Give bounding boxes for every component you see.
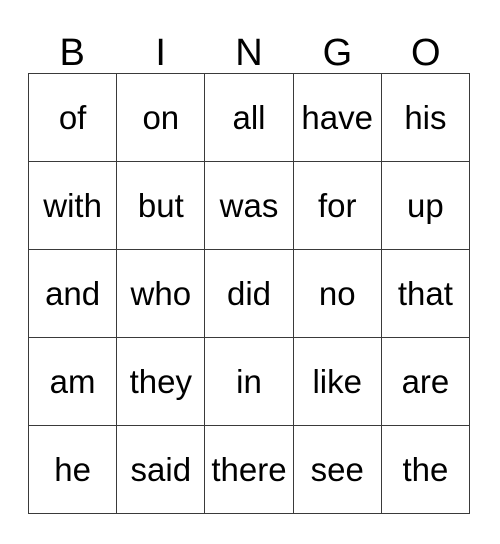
bingo-cell[interactable]: the — [381, 426, 471, 514]
bingo-column-header-i: I — [155, 32, 166, 74]
bingo-cell-label: but — [137, 186, 184, 224]
bingo-cell[interactable]: in — [205, 338, 294, 426]
bingo-cell-label: and — [45, 274, 101, 312]
bingo-cell-label: am — [49, 362, 96, 400]
bingo-column-header-o: O — [411, 32, 441, 74]
bingo-cell-label: on — [142, 98, 180, 136]
bingo-cell[interactable]: his — [381, 74, 471, 162]
bingo-column-header-g: G — [322, 32, 353, 74]
bingo-cell-label: for — [317, 186, 357, 224]
bingo-grid: of on all have his with but was for up a… — [28, 73, 471, 514]
bingo-cell[interactable]: see — [293, 426, 382, 514]
bingo-cell-label: have — [301, 98, 373, 136]
bingo-cell[interactable]: said — [117, 426, 206, 514]
bingo-cell-label: like — [312, 362, 362, 400]
bingo-cell[interactable]: and — [29, 250, 118, 338]
bingo-cell-label: of — [58, 98, 87, 136]
bingo-cell-label: all — [232, 98, 266, 136]
bingo-cell[interactable]: there — [205, 426, 294, 514]
bingo-row: of on all have his — [29, 74, 471, 162]
bingo-cell-label: no — [318, 274, 356, 312]
bingo-cell-label: there — [211, 450, 287, 488]
bingo-cell[interactable]: up — [381, 162, 471, 250]
bingo-cell[interactable]: that — [381, 250, 471, 338]
bingo-cell-label: they — [129, 362, 192, 400]
bingo-cell-label: said — [130, 450, 192, 488]
bingo-row: am they in like are — [29, 338, 471, 426]
bingo-cell-label: the — [402, 450, 449, 488]
bingo-cell-label: did — [226, 274, 272, 312]
bingo-cell[interactable]: who — [117, 250, 206, 338]
bingo-cell-label: with — [43, 186, 102, 224]
bingo-card: B I N G O of on all have his with but wa… — [28, 16, 471, 514]
bingo-column-header-b: B — [59, 32, 85, 74]
bingo-cell-label: his — [404, 98, 447, 136]
bingo-cell-label: see — [310, 450, 364, 488]
bingo-cell-label: he — [54, 450, 91, 488]
bingo-cell[interactable]: with — [29, 162, 118, 250]
bingo-cell-label: up — [407, 186, 444, 224]
bingo-cell[interactable]: for — [293, 162, 382, 250]
bingo-column-header-n: N — [235, 32, 263, 74]
bingo-cell[interactable]: they — [117, 338, 206, 426]
bingo-cell[interactable]: but — [117, 162, 206, 250]
bingo-cell-label: who — [130, 274, 192, 312]
bingo-column-header-row: B I N G O — [28, 16, 470, 73]
bingo-cell-label: that — [397, 274, 453, 312]
bingo-cell[interactable]: no — [293, 250, 382, 338]
bingo-cell-label: are — [401, 362, 450, 400]
bingo-cell[interactable]: on — [117, 74, 206, 162]
bingo-cell[interactable]: are — [381, 338, 471, 426]
bingo-cell[interactable]: of — [29, 74, 118, 162]
bingo-cell[interactable]: was — [205, 162, 294, 250]
bingo-cell[interactable]: did — [205, 250, 294, 338]
bingo-row: he said there see the — [29, 426, 471, 514]
bingo-cell[interactable]: am — [29, 338, 118, 426]
bingo-cell-label: in — [236, 362, 262, 400]
bingo-cell[interactable]: like — [293, 338, 382, 426]
bingo-row: with but was for up — [29, 162, 471, 250]
bingo-row: and who did no that — [29, 250, 471, 338]
bingo-cell[interactable]: have — [293, 74, 382, 162]
bingo-cell-label: was — [219, 186, 279, 224]
bingo-cell[interactable]: he — [29, 426, 118, 514]
bingo-cell[interactable]: all — [205, 74, 294, 162]
